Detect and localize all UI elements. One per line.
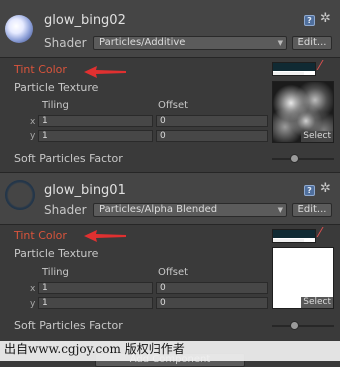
help-icon[interactable]: ? bbox=[304, 15, 315, 26]
material-preview-sphere-icon bbox=[5, 180, 35, 210]
texture-select-button[interactable]: Select bbox=[301, 297, 333, 308]
tiling-x-field[interactable]: 1 bbox=[38, 115, 153, 127]
tint-color-label: Tint Color bbox=[14, 63, 67, 76]
soft-particles-label: Soft Particles Factor bbox=[14, 319, 123, 332]
help-icon[interactable]: ? bbox=[304, 185, 315, 196]
tiling-header: Tiling bbox=[42, 267, 69, 278]
particle-texture-slot[interactable]: Select bbox=[272, 247, 334, 309]
particle-texture-slot[interactable]: Select bbox=[272, 81, 334, 143]
tiling-y-field[interactable]: 1 bbox=[38, 297, 153, 309]
x-axis-label: x bbox=[30, 117, 36, 127]
shader-dropdown[interactable]: Particles/Additive ▼ bbox=[93, 36, 287, 50]
particle-texture-label: Particle Texture bbox=[14, 81, 99, 94]
material-name: glow_bing02 bbox=[44, 13, 126, 28]
x-axis-label: x bbox=[30, 284, 36, 294]
tint-color-swatch[interactable] bbox=[272, 229, 316, 243]
shader-label: Shader bbox=[44, 36, 87, 50]
offset-header: Offset bbox=[158, 267, 189, 278]
soft-particles-slider-thumb[interactable] bbox=[289, 154, 299, 163]
chevron-down-icon: ▼ bbox=[277, 39, 283, 47]
edit-shader-button[interactable]: Edit... bbox=[292, 36, 332, 50]
particle-texture-label: Particle Texture bbox=[14, 247, 99, 260]
shader-label: Shader bbox=[44, 203, 87, 217]
offset-y-field[interactable]: 0 bbox=[156, 297, 268, 309]
soft-particles-slider[interactable] bbox=[272, 158, 334, 160]
material-name: glow_bing01 bbox=[44, 183, 126, 198]
gear-icon[interactable]: ✲ bbox=[320, 11, 331, 26]
tint-color-value bbox=[273, 230, 315, 238]
annotation-arrow-icon bbox=[84, 230, 126, 242]
soft-particles-slider-thumb[interactable] bbox=[289, 321, 299, 330]
offset-y-field[interactable]: 0 bbox=[156, 130, 268, 142]
edit-shader-button[interactable]: Edit... bbox=[292, 203, 332, 217]
tint-color-swatch[interactable] bbox=[272, 62, 316, 76]
shader-dropdown[interactable]: Particles/Alpha Blended ▼ bbox=[93, 203, 287, 217]
gear-icon[interactable]: ✲ bbox=[320, 181, 331, 196]
offset-x-field[interactable]: 0 bbox=[156, 115, 268, 127]
shader-dropdown-value: Particles/Alpha Blended bbox=[99, 204, 218, 215]
offset-x-field[interactable]: 0 bbox=[156, 282, 268, 294]
eyedropper-icon[interactable]: ⁄ bbox=[319, 226, 321, 241]
material-header-glow-bing01 bbox=[0, 173, 340, 225]
annotation-arrow-icon bbox=[84, 66, 126, 78]
tint-color-value bbox=[273, 63, 315, 71]
soft-particles-slider[interactable] bbox=[272, 325, 334, 327]
material-preview-sphere-icon bbox=[5, 15, 33, 43]
soft-particles-label: Soft Particles Factor bbox=[14, 152, 123, 165]
tint-color-label: Tint Color bbox=[14, 229, 67, 242]
tint-alpha-bar bbox=[273, 72, 304, 75]
tiling-x-field[interactable]: 1 bbox=[38, 282, 153, 294]
texture-select-button[interactable]: Select bbox=[301, 131, 333, 142]
y-axis-label: y bbox=[30, 131, 36, 141]
watermark-text: 出自www.cgjoy.com 版权归作者 bbox=[0, 341, 340, 361]
y-axis-label: y bbox=[30, 299, 36, 309]
offset-header: Offset bbox=[158, 100, 189, 111]
tiling-y-field[interactable]: 1 bbox=[38, 130, 153, 142]
shader-dropdown-value: Particles/Additive bbox=[99, 37, 186, 48]
tiling-header: Tiling bbox=[42, 100, 69, 111]
chevron-down-icon: ▼ bbox=[277, 206, 283, 214]
eyedropper-icon[interactable]: ⁄ bbox=[319, 59, 321, 74]
tint-alpha-bar bbox=[273, 239, 304, 242]
